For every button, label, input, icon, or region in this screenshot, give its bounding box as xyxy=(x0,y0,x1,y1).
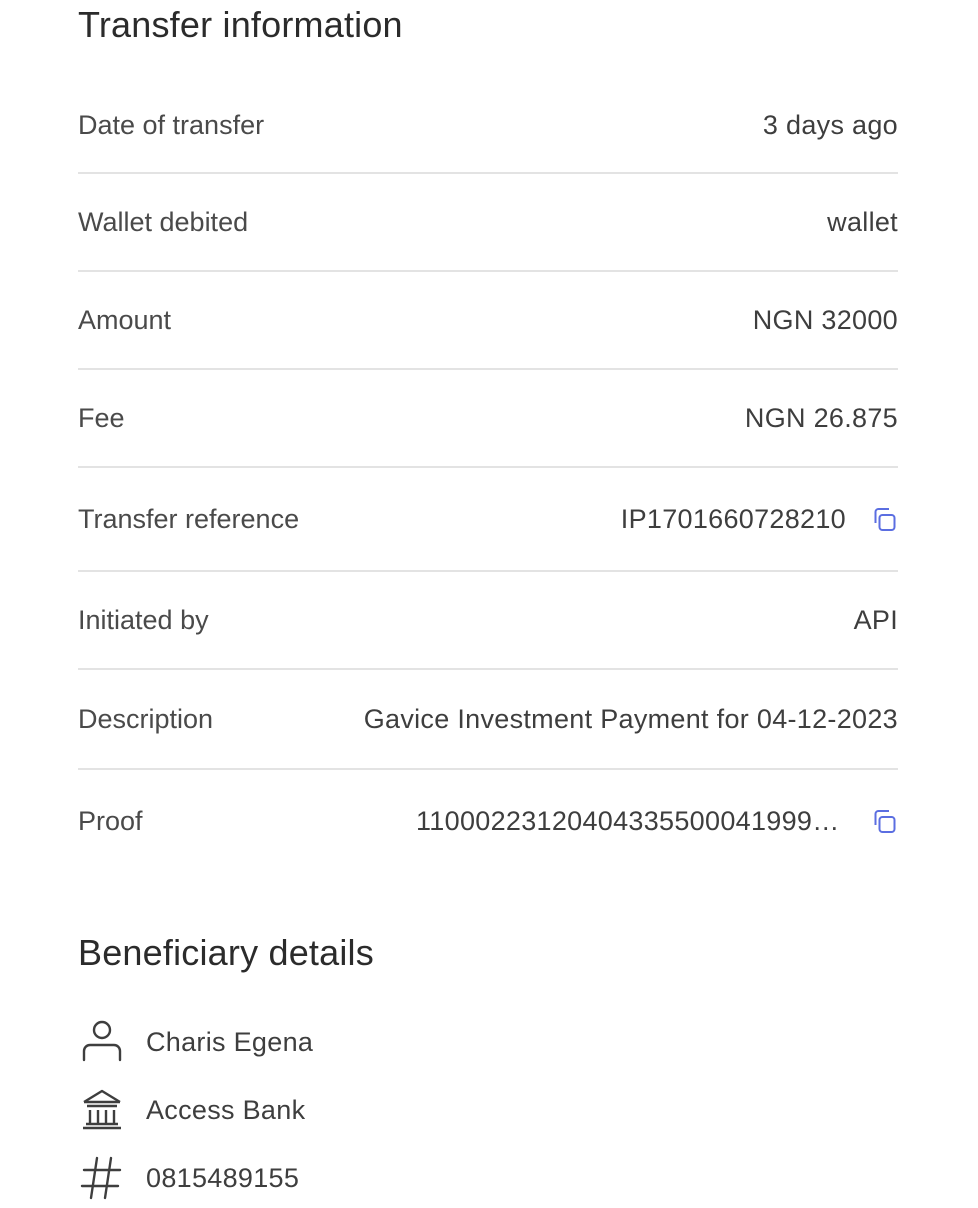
row-date-of-transfer: Date of transfer 3 days ago xyxy=(78,78,898,174)
row-transfer-reference: Transfer reference IP1701660728210 xyxy=(78,468,898,572)
amount-value: NGN 32000 xyxy=(752,304,898,335)
beneficiary-details-title: Beneficiary details xyxy=(78,932,374,973)
proof-value-wrap: 110002231204043355000419996... xyxy=(416,806,898,837)
transfer-details-page: Transfer information Date of transfer 3 … xyxy=(0,0,978,1208)
date-of-transfer-value-wrap: 3 days ago xyxy=(763,110,898,141)
row-initiated-by: Initiated by API xyxy=(78,572,898,670)
person-icon xyxy=(78,1018,126,1066)
transfer-information-title: Transfer information xyxy=(78,4,403,45)
initiated-by-value: API xyxy=(853,604,898,635)
copy-reference-icon[interactable] xyxy=(870,505,898,533)
beneficiary-name-row: Charis Egena xyxy=(78,1018,313,1066)
proof-label: Proof xyxy=(78,805,143,836)
copy-proof-icon[interactable] xyxy=(870,807,898,835)
description-value: Gavice Investment Payment for 04-12-2023 xyxy=(363,703,898,734)
wallet-debited-label: Wallet debited xyxy=(78,206,249,237)
fee-value-wrap: NGN 26.875 xyxy=(745,403,898,434)
initiated-by-value-wrap: API xyxy=(854,605,898,636)
fee-label: Fee xyxy=(78,402,125,433)
transfer-reference-value-wrap: IP1701660728210 xyxy=(621,504,898,535)
beneficiary-bank-row: Access Bank xyxy=(78,1086,305,1134)
date-of-transfer-label: Date of transfer xyxy=(78,109,265,140)
row-description: Description Gavice Investment Payment fo… xyxy=(78,670,898,770)
transfer-reference-value: IP1701660728210 xyxy=(620,503,846,534)
wallet-debited-value: wallet xyxy=(827,206,898,237)
bank-icon xyxy=(78,1086,126,1134)
hash-icon xyxy=(78,1154,126,1202)
date-of-transfer-value: 3 days ago xyxy=(762,109,898,140)
transfer-reference-label: Transfer reference xyxy=(78,503,300,534)
beneficiary-account-number: 0815489155 xyxy=(146,1162,300,1193)
amount-label: Amount xyxy=(78,304,172,335)
description-value-wrap: Gavice Investment Payment for 04-12-2023 xyxy=(364,704,898,735)
beneficiary-account-row: 0815489155 xyxy=(78,1154,299,1202)
wallet-debited-value-wrap: wallet xyxy=(827,207,898,238)
initiated-by-label: Initiated by xyxy=(78,604,209,635)
row-fee: Fee NGN 26.875 xyxy=(78,370,898,468)
beneficiary-name: Charis Egena xyxy=(146,1026,314,1057)
row-amount: Amount NGN 32000 xyxy=(78,272,898,370)
proof-value: 110002231204043355000419996... xyxy=(416,805,846,836)
beneficiary-bank: Access Bank xyxy=(146,1094,306,1125)
description-label: Description xyxy=(78,703,214,734)
row-wallet-debited: Wallet debited wallet xyxy=(78,174,898,272)
row-proof: Proof 110002231204043355000419996... xyxy=(78,770,898,872)
fee-value: NGN 26.875 xyxy=(744,402,898,433)
amount-value-wrap: NGN 32000 xyxy=(753,305,898,336)
